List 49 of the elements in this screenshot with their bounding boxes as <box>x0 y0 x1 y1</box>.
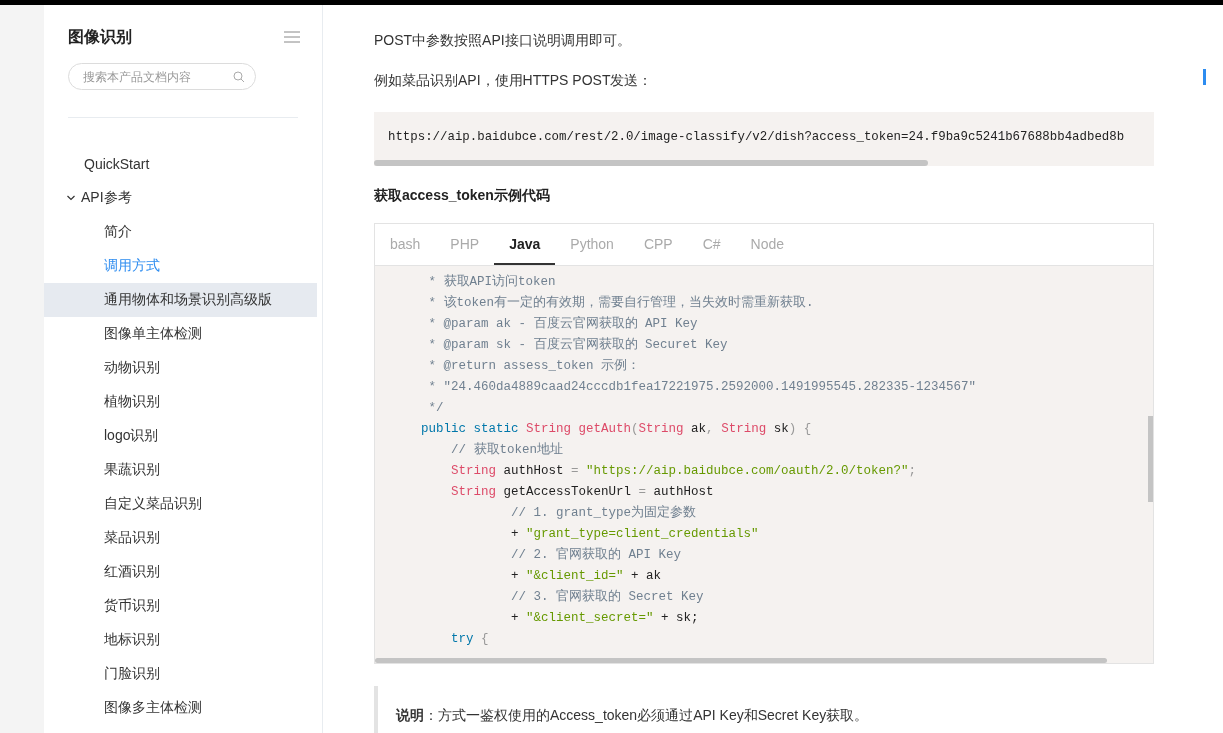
nav-item[interactable]: 红酒识别 <box>44 555 317 589</box>
nav-item[interactable]: logo识别 <box>44 419 317 453</box>
code-line: // 2. 官网获取的 API Key <box>510 546 683 564</box>
sidebar-title: 图像识别 <box>68 26 132 47</box>
nav-item[interactable]: 图像多主体检测 <box>44 691 317 725</box>
chevron-icon <box>66 193 76 203</box>
code-line: * "24.460da4889caad24cccdb1fea17221975.2592000.1491995545.282335-1234567" <box>427 379 978 396</box>
nav-item[interactable]: 调用方式 <box>44 249 317 283</box>
code-line: * @param sk - 百度云官网获取的 Securet Key <box>427 336 729 354</box>
nav-item[interactable]: 门脸识别 <box>44 657 317 691</box>
code-line: * 该token有一定的有效期，需要自行管理，当失效时需重新获取. <box>427 294 815 312</box>
code-line: String getAccessTokenUrl = authHost <box>450 484 715 501</box>
scrollbar-thumb[interactable] <box>375 658 1107 663</box>
note-text: 说明：方式一鉴权使用的Access_token必须通过API Key和Secret Key获取。 <box>374 686 1154 733</box>
nav-item[interactable]: 通用物体和场景识别高级版 <box>44 283 317 317</box>
nav-item[interactable]: 自定义菜品识别 <box>44 487 317 521</box>
nav-item[interactable]: 货币识别 <box>44 589 317 623</box>
nav-item[interactable]: 果蔬识别 <box>44 453 317 487</box>
scrollbar-thumb[interactable] <box>1148 416 1153 502</box>
nav-item[interactable]: 植物识别 <box>44 385 317 419</box>
nav-item[interactable]: QuickStart <box>44 147 317 181</box>
code-line: + "&client_secret=" + sk; <box>510 610 700 627</box>
nav-item[interactable]: API参考 <box>44 181 317 215</box>
code-line: * @param ak - 百度云官网获取的 API Key <box>427 315 699 333</box>
code-line: try { <box>450 631 490 648</box>
code-line: String authHost = "https://aip.baidubce.com/oauth/2.0/token?"; <box>450 463 918 480</box>
toc-marker <box>1203 69 1206 85</box>
nav-item[interactable]: 菜品识别 <box>44 521 317 555</box>
nav-item[interactable]: 简介 <box>44 215 317 249</box>
code-line: + "&client_id=" + ak <box>510 568 663 585</box>
url-text: https://aip.baidubce.com/rest/2.0/image-classify/v2/dish?access_token=24.f9ba9c5241b67688bb4adbed8b <box>388 130 1125 144</box>
section-heading: 获取access_token示例代码 <box>374 187 551 205</box>
code-line: // 1. grant_type为固定参数 <box>510 504 698 522</box>
nav-item[interactable]: 地标识别 <box>44 623 317 657</box>
search-field[interactable]: 搜索本产品文档内容 <box>68 63 256 90</box>
search-icon <box>233 71 245 83</box>
code-line: // 获取token地址 <box>450 441 564 459</box>
code-line: public static String getAuth(String ak, String sk) { <box>421 421 813 438</box>
scrollbar-thumb[interactable] <box>374 160 928 166</box>
code-line: * @return assess_token 示例： <box>427 358 642 375</box>
nav-item[interactable]: 图像单主体检测 <box>44 317 317 351</box>
paragraph: 例如菜品识别API，使用HTTPS POST发送： <box>374 72 654 89</box>
paragraph: POST中参数按照API接口说明调用即可。 <box>374 32 632 49</box>
code-line: // 3. 官网获取的 Secret Key <box>510 588 705 606</box>
menu-icon[interactable] <box>284 31 300 43</box>
code-line: */ <box>427 400 445 417</box>
code-line: * 获取API访问token <box>427 273 557 291</box>
nav-item[interactable]: 动物识别 <box>44 351 317 385</box>
code-line: + "grant_type=client_credentials" <box>510 526 760 543</box>
